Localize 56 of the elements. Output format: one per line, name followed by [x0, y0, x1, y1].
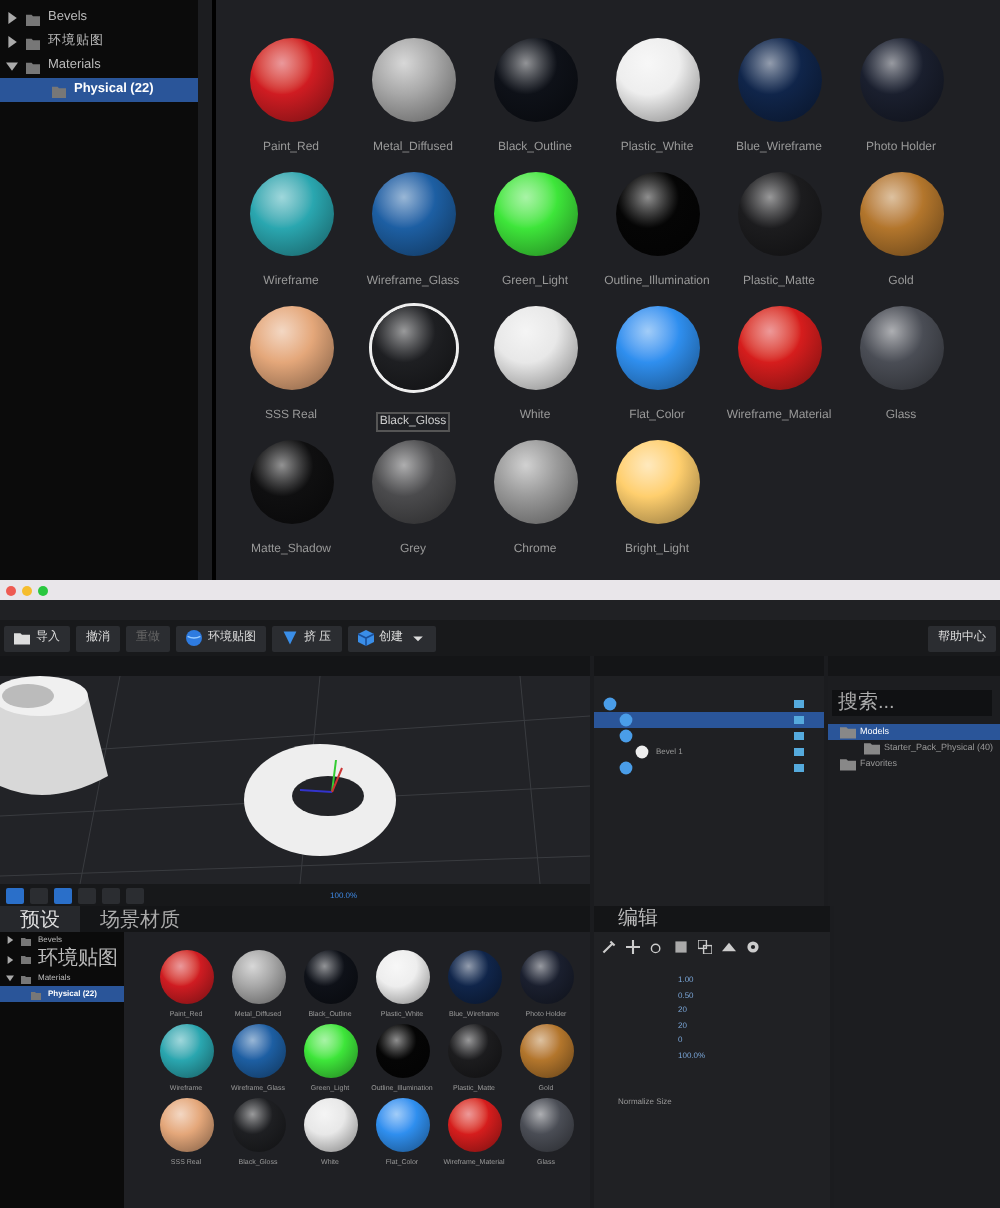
material-sphere[interactable] — [859, 172, 943, 256]
material-sphere[interactable] — [615, 440, 699, 524]
shape-icon — [722, 940, 736, 954]
close-dot[interactable] — [6, 585, 16, 595]
material-sphere[interactable] — [159, 950, 213, 1004]
prism-icon — [282, 630, 298, 646]
material-sphere[interactable] — [447, 1098, 501, 1152]
material-sphere[interactable] — [375, 1098, 429, 1152]
collapse-arrow-icon — [6, 60, 18, 72]
minimize-dot[interactable] — [22, 585, 32, 595]
copy-icon — [698, 940, 712, 954]
material-sphere[interactable] — [249, 38, 333, 122]
expand-arrow-icon — [6, 955, 14, 963]
material-sphere[interactable] — [303, 1024, 357, 1078]
material-sphere[interactable] — [737, 306, 821, 390]
cylinder-drawing — [0, 676, 108, 795]
material-sphere[interactable] — [519, 1098, 573, 1152]
material-sphere[interactable] — [615, 38, 699, 122]
material-sphere[interactable] — [493, 306, 577, 390]
material-sphere[interactable] — [371, 38, 455, 122]
material-sphere[interactable] — [159, 1024, 213, 1078]
collapse-arrow-icon — [6, 974, 14, 982]
tree-item[interactable]: 环境贴图 — [0, 948, 124, 970]
material-sphere[interactable] — [371, 440, 455, 524]
material-sphere[interactable] — [371, 306, 455, 390]
material-sphere[interactable] — [375, 950, 429, 1004]
tree-label: 环境贴图 — [38, 948, 118, 970]
material-sphere[interactable] — [615, 306, 699, 390]
material-sphere[interactable] — [231, 950, 285, 1004]
panel-tab[interactable]: 预设 — [0, 906, 80, 932]
material-sphere[interactable] — [859, 306, 943, 390]
folder-icon — [14, 630, 30, 646]
globe-icon — [186, 630, 202, 646]
scene-tree-row[interactable] — [594, 712, 824, 728]
caret-icon — [409, 630, 426, 646]
maximize-dot[interactable] — [38, 585, 48, 595]
material-sphere[interactable] — [249, 172, 333, 256]
material-sphere[interactable] — [493, 440, 577, 524]
wrench-icon — [602, 940, 616, 954]
material-sphere[interactable] — [493, 172, 577, 256]
cube-icon — [357, 630, 374, 646]
search-field[interactable]: 搜索... — [832, 690, 992, 716]
panel-tab[interactable]: 编辑 — [594, 906, 830, 932]
material-sphere[interactable] — [231, 1024, 285, 1078]
square-icon — [674, 940, 688, 954]
material-sphere[interactable] — [371, 172, 455, 256]
expand-arrow-icon — [6, 936, 14, 944]
material-sphere[interactable] — [303, 1098, 357, 1152]
axis-gizmo-icon[interactable] — [299, 759, 343, 793]
rotate-icon — [650, 940, 664, 954]
material-sphere[interactable] — [249, 306, 333, 390]
panel-tab[interactable]: 场景材质 — [80, 906, 200, 932]
material-sphere[interactable] — [519, 1024, 573, 1078]
settings-icon — [746, 940, 760, 954]
material-sphere[interactable] — [159, 1098, 213, 1152]
move-icon — [626, 940, 640, 954]
